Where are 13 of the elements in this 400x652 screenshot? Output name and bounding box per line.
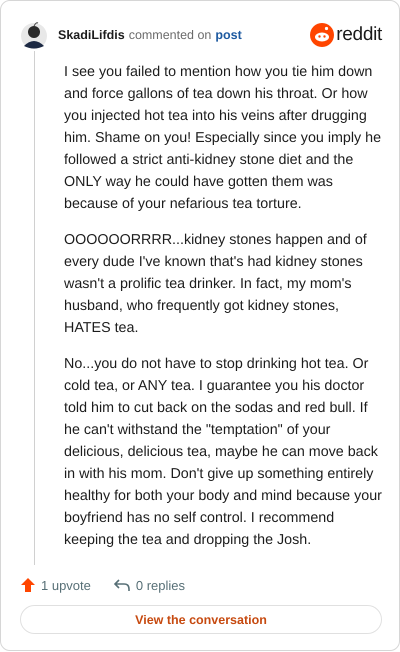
reply-count: 0 replies [136, 578, 186, 592]
comment-paragraph: No...you do not have to stop drinking hot tea. Or cold tea, or ANY tea. I guarantee you his doctor told him to cut back on the sodas and red bull. If he can't withstand the "temptation" of your delicious, delicious tea, maybe he can move back in with his mom. Don't give up something entirely healthy for both your body and mind because your boyfriend has no self control. I recommend keeping the tea and dropping the Josh. [64, 355, 382, 550]
comment-paragraph: OOOOOORRRR...kidney stones happen and of every dude I've known that's had kidney stones wasn't a prolific tea drinker. In fact, my mom's husband, who frequently got kidney stones, HATES tea. [64, 231, 368, 338]
reply-icon[interactable] [112, 577, 131, 593]
username[interactable]: SkadiLifdis [58, 28, 125, 42]
reddit-logo-text: reddit [336, 24, 382, 46]
upvote-count: 1 upvote [41, 578, 91, 592]
post-link[interactable]: post [215, 28, 242, 42]
comment-paragraph: I see you failed to mention how you tie him down and force gallons of tea down his throat. Or how you injected hot tea into his veins after drugging him. Shame on you! Especially since you imply he followed a strict anti-kidney stone diet and the ONLY way he could have gotten them was because of your nefarious tea torture. [64, 63, 382, 214]
view-conversation-button[interactable]: View the conversation [20, 605, 382, 634]
reddit-logo-icon [310, 23, 334, 47]
action-text: commented on [128, 28, 212, 42]
upvote-icon[interactable] [20, 577, 36, 593]
